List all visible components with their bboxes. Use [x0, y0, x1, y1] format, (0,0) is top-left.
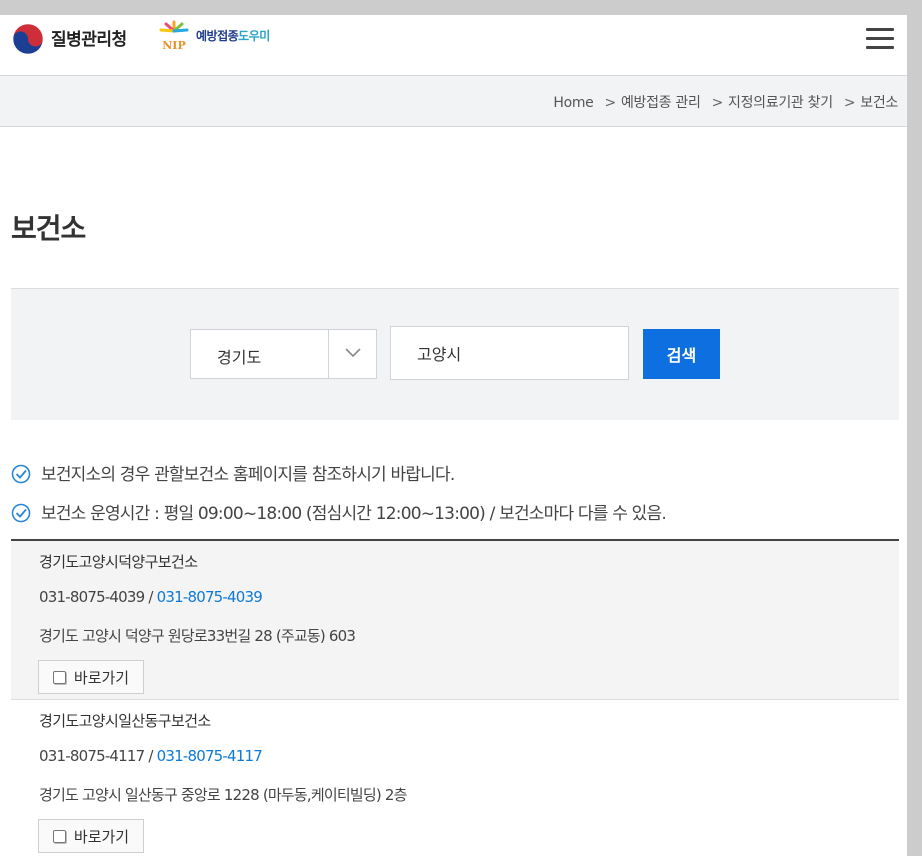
menu-bar	[866, 37, 894, 40]
breadcrumb-vaccination-management[interactable]: 예방접종 관리	[621, 95, 701, 111]
search-button[interactable]: 검색	[643, 329, 720, 379]
menu-bar	[866, 28, 894, 31]
breadcrumb-home[interactable]: Home	[553, 95, 593, 111]
nip-logo-icon[interactable]: NIP	[155, 19, 193, 53]
result-name: 경기도고양시일산동구보건소	[39, 712, 211, 730]
go-to-site-button[interactable]: 바로가기	[38, 819, 144, 853]
breadcrumb-current-health-center[interactable]: 보건소	[860, 95, 898, 111]
site-header: 질병관리청 NIP 예방접종도우미	[0, 15, 907, 75]
result-name: 경기도고양시덕양구보건소	[39, 553, 198, 571]
menu-bar	[866, 46, 894, 49]
breadcrumb-find-designated-institution[interactable]: 지정의료기관 찾기	[728, 95, 833, 111]
notice-text: 보건지소의 경우 관할보건소 홈페이지를 참조하시기 바랍니다.	[41, 465, 455, 485]
result-address: 경기도 고양시 덕양구 원당로33번길 28 (주교동) 603	[39, 627, 356, 645]
page-title: 보건소	[11, 212, 86, 245]
external-link-icon	[52, 670, 66, 684]
service-name-main: 예방접종	[196, 29, 239, 43]
breadcrumb-separator: >	[843, 95, 856, 111]
region-select[interactable]: 경기도	[190, 329, 377, 379]
result-item: 경기도고양시덕양구보건소 031-8075-4039 / 031-8075-40…	[11, 541, 899, 700]
notice-item: 보건지소의 경우 관할보건소 홈페이지를 참조하시기 바랍니다.	[11, 460, 455, 485]
result-item: 경기도고양시일산동구보건소 031-8075-4117 / 031-8075-4…	[11, 700, 899, 856]
search-panel: 경기도 검색	[11, 289, 899, 420]
breadcrumb-bar: Home > 예방접종 관리 > 지정의료기관 찾기 > 보건소	[0, 75, 907, 127]
page: 질병관리청 NIP 예방접종도우미 Home > 예방접종 관리 > 지정의료기관 찾기…	[0, 15, 907, 856]
check-circle-icon	[11, 503, 31, 523]
breadcrumb-separator: >	[711, 95, 724, 111]
nip-logo-text: NIP	[162, 39, 185, 52]
org-name[interactable]: 질병관리청	[51, 25, 127, 50]
result-phone: 031-8075-4117 / 031-8075-4117	[39, 747, 263, 765]
go-to-site-button[interactable]: 바로가기	[38, 660, 144, 694]
notice-text: 보건소 운영시간 : 평일 09:00~18:00 (점심시간 12:00~13…	[41, 504, 667, 524]
breadcrumb: Home > 예방접종 관리 > 지정의료기관 찾기 > 보건소	[553, 92, 898, 112]
service-name[interactable]: 예방접종도우미	[196, 27, 270, 44]
breadcrumb-separator: >	[604, 95, 617, 111]
hamburger-menu-icon[interactable]	[866, 28, 894, 50]
result-phone-text: 031-8075-4117	[39, 747, 145, 765]
result-phone-text: 031-8075-4039	[39, 588, 145, 606]
region-select-value: 경기도	[217, 348, 262, 367]
go-to-site-label: 바로가기	[73, 668, 130, 687]
chevron-down-icon	[345, 348, 361, 358]
taegeuk-logo-icon[interactable]	[11, 23, 45, 55]
region-select-toggle[interactable]	[328, 330, 376, 378]
check-circle-icon	[11, 464, 31, 484]
external-link-icon	[52, 829, 66, 843]
service-name-tail: 도우미	[238, 29, 270, 43]
city-input[interactable]	[390, 326, 629, 380]
result-phone: 031-8075-4039 / 031-8075-4039	[39, 588, 263, 606]
notice-item: 보건소 운영시간 : 평일 09:00~18:00 (점심시간 12:00~13…	[11, 499, 667, 524]
go-to-site-label: 바로가기	[73, 827, 130, 846]
result-address: 경기도 고양시 일산동구 중앙로 1228 (마두동,케이티빌딩) 2층	[39, 786, 407, 804]
result-phone-link[interactable]: 031-8075-4117	[157, 747, 263, 765]
result-phone-link[interactable]: 031-8075-4039	[157, 588, 263, 606]
